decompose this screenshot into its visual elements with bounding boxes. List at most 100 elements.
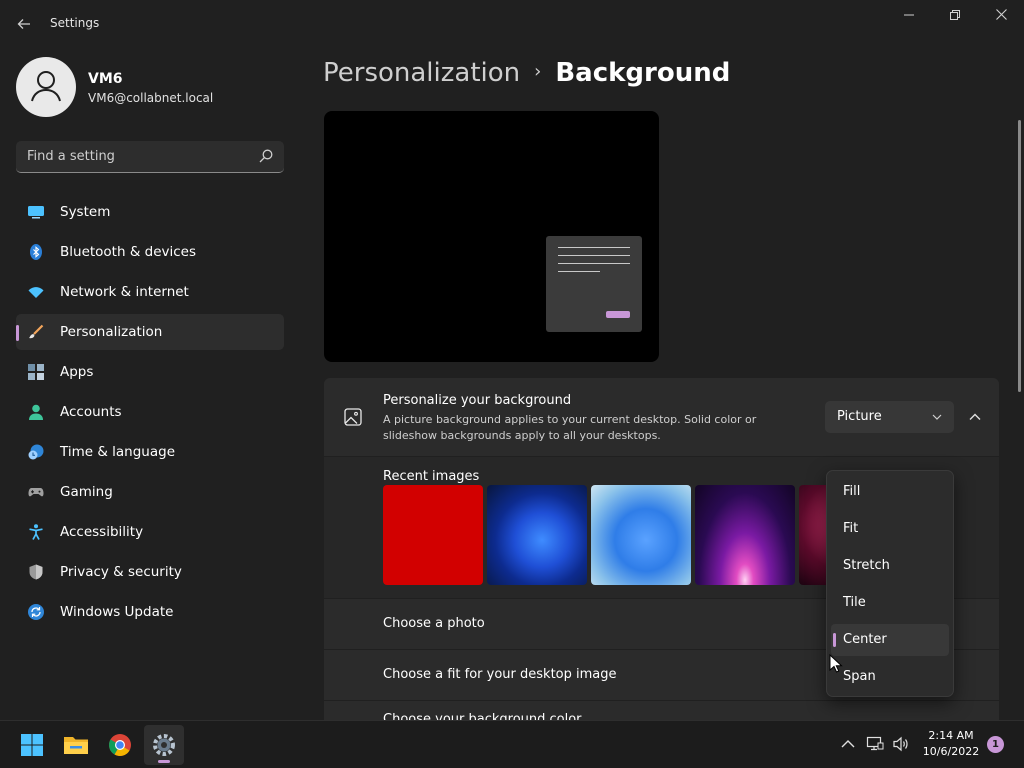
- fit-dropdown-menu: Fill Fit Stretch Tile Center Span: [826, 470, 954, 697]
- page-title: Background: [555, 58, 731, 88]
- account-icon: [29, 404, 43, 420]
- search-icon[interactable]: [258, 148, 274, 164]
- title-bar: Settings: [0, 0, 1024, 48]
- sidebar-item-label: Windows Update: [60, 604, 174, 620]
- menu-item-span[interactable]: Span: [831, 661, 949, 693]
- menu-item-tile[interactable]: Tile: [831, 587, 949, 619]
- gamepad-icon: [28, 488, 44, 497]
- menu-item-fit[interactable]: Fit: [831, 513, 949, 545]
- gear-icon: [153, 734, 175, 756]
- chrome-icon: [109, 734, 131, 756]
- sidebar-item-label: Bluetooth & devices: [60, 244, 197, 260]
- mouse-cursor-icon: [829, 654, 843, 673]
- menu-item-label: Fill: [843, 484, 861, 499]
- taskbar-chrome[interactable]: [100, 725, 140, 765]
- sidebar-item-windows-update[interactable]: Windows Update: [16, 594, 284, 630]
- back-button[interactable]: [12, 12, 36, 36]
- sidebar-item-label: Gaming: [60, 484, 113, 500]
- recent-image-blue-bloom-light[interactable]: [591, 485, 691, 585]
- search-box[interactable]: Find a setting: [16, 141, 284, 173]
- clock-date[interactable]: 10/6/2022: [920, 745, 982, 758]
- taskbar-file-explorer[interactable]: [56, 725, 96, 765]
- recent-image-blue-bloom-dark[interactable]: [487, 485, 587, 585]
- chevron-down-icon: [932, 414, 942, 420]
- person-icon: [31, 71, 61, 102]
- sidebar-item-apps[interactable]: Apps: [16, 354, 284, 390]
- app-title: Settings: [50, 16, 100, 30]
- recent-images-list: [383, 485, 826, 585]
- sidebar-item-label: Accessibility: [60, 524, 144, 540]
- chevron-up-icon[interactable]: [839, 735, 857, 753]
- wifi-icon: [28, 287, 44, 298]
- chevron-up-icon: [969, 413, 981, 420]
- breadcrumb: Personalization › Background: [323, 58, 730, 88]
- restore-icon: [950, 10, 960, 20]
- sidebar-item-label: Time & language: [60, 444, 176, 460]
- recent-image-solid-red[interactable]: [383, 485, 483, 585]
- windows-logo-icon: [21, 734, 43, 756]
- close-icon: [995, 9, 1007, 20]
- volume-icon[interactable]: [892, 735, 910, 753]
- recent-image-pink-flower[interactable]: [799, 485, 826, 585]
- clock-time[interactable]: 2:14 AM: [920, 729, 982, 742]
- menu-item-label: Fit: [843, 521, 859, 536]
- choose-fit-label: Choose a fit for your desktop image: [383, 667, 617, 682]
- shield-icon: [29, 564, 43, 580]
- card-title: Personalize your background: [383, 393, 572, 408]
- sidebar-item-gaming[interactable]: Gaming: [16, 474, 284, 510]
- notification-badge[interactable]: 1: [987, 736, 1004, 753]
- taskbar-start-button[interactable]: [12, 725, 52, 765]
- sidebar-item-accounts[interactable]: Accounts: [16, 394, 284, 430]
- restore-button[interactable]: [932, 6, 978, 28]
- minimize-icon: [904, 14, 914, 16]
- apps-icon: [28, 364, 44, 380]
- menu-item-center[interactable]: Center: [831, 624, 949, 656]
- folder-icon: [64, 737, 88, 754]
- accessibility-icon: [29, 524, 43, 540]
- avatar: [16, 57, 76, 117]
- minimize-button[interactable]: [886, 6, 932, 28]
- menu-item-stretch[interactable]: Stretch: [831, 550, 949, 582]
- breadcrumb-separator: ›: [534, 61, 542, 82]
- menu-item-label: Tile: [843, 595, 866, 610]
- sidebar-item-label: System: [60, 204, 111, 220]
- breadcrumb-parent[interactable]: Personalization: [323, 58, 520, 88]
- choose-color-row[interactable]: Choose your background color: [324, 701, 999, 720]
- sidebar-item-bluetooth[interactable]: Bluetooth & devices: [16, 234, 284, 270]
- sidebar-item-accessibility[interactable]: Accessibility: [16, 514, 284, 550]
- network-icon[interactable]: [866, 735, 884, 753]
- choose-photo-label: Choose a photo: [383, 616, 485, 631]
- sidebar-item-privacy[interactable]: Privacy & security: [16, 554, 284, 590]
- clock-globe-icon: [28, 444, 44, 460]
- profile-email: VM6@collabnet.local: [88, 91, 214, 105]
- recent-image-purple-glow[interactable]: [695, 485, 795, 585]
- update-icon: [28, 604, 44, 620]
- close-button[interactable]: [978, 6, 1024, 28]
- desktop-preview: [324, 111, 659, 362]
- choose-color-label: Choose your background color: [383, 712, 582, 720]
- recent-images-label: Recent images: [383, 469, 480, 484]
- sidebar-item-label: Personalization: [60, 324, 163, 340]
- taskbar: 2:14 AM 10/6/2022 1: [0, 720, 1024, 768]
- brush-icon: [29, 324, 44, 339]
- sidebar-item-time-language[interactable]: Time & language: [16, 434, 284, 470]
- sidebar-nav: System Bluetooth & devices Network & int…: [16, 194, 284, 634]
- search-input[interactable]: Find a setting: [27, 149, 115, 164]
- card-description: A picture background applies to your cur…: [383, 413, 757, 442]
- sidebar-item-personalization[interactable]: Personalization: [16, 314, 284, 350]
- sidebar-item-network[interactable]: Network & internet: [16, 274, 284, 310]
- menu-item-label: Stretch: [843, 558, 890, 573]
- sidebar-item-label: Apps: [60, 364, 94, 380]
- monitor-icon: [28, 206, 44, 219]
- sidebar-item-label: Accounts: [60, 404, 122, 420]
- sidebar-item-system[interactable]: System: [16, 194, 284, 230]
- taskbar-settings[interactable]: [144, 725, 184, 765]
- scrollbar-thumb[interactable]: [1018, 120, 1021, 392]
- background-type-select[interactable]: Picture: [825, 401, 954, 433]
- select-value: Picture: [837, 409, 882, 424]
- personalize-background-card: Personalize your background A picture ba…: [324, 378, 999, 456]
- collapse-button[interactable]: [963, 405, 987, 429]
- menu-item-fill[interactable]: Fill: [831, 476, 949, 508]
- bluetooth-icon: [30, 244, 42, 260]
- menu-item-label: Span: [843, 669, 876, 684]
